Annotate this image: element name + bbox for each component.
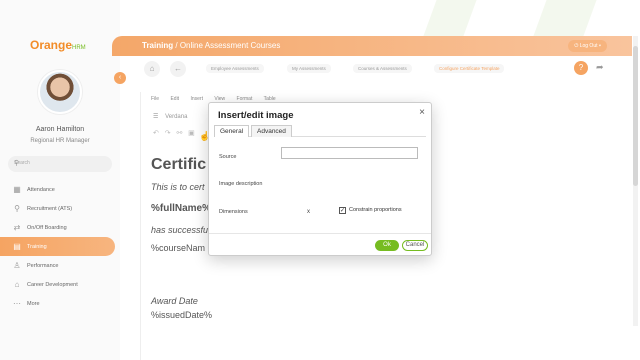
menu-edit[interactable]: Edit bbox=[170, 96, 179, 102]
doc-line: Award Date bbox=[151, 296, 198, 306]
avatar[interactable] bbox=[38, 70, 82, 114]
constrain-checkbox[interactable]: ✓ bbox=[339, 207, 346, 214]
user-role: Regional HR Manager bbox=[30, 138, 90, 144]
search-input[interactable]: Search ⚲ bbox=[8, 156, 112, 172]
secondary-nav: ⌂ ← Employee Assessments My Assessments … bbox=[140, 58, 620, 80]
tab-my-assessments[interactable]: My Assessments bbox=[287, 64, 331, 73]
sidebar-item-label: Performance bbox=[27, 262, 59, 269]
doc-line: %courseNam bbox=[151, 243, 206, 253]
breadcrumb-separator: / bbox=[175, 41, 178, 50]
editor-toolbar: ☰ Verdana bbox=[153, 113, 187, 120]
performance-icon: ♙ bbox=[13, 260, 21, 270]
sidebar-item-recruitment[interactable]: ⚲ Recruitment (ATS) bbox=[0, 199, 120, 218]
redo-icon[interactable]: ↷ bbox=[165, 130, 171, 137]
home-icon[interactable]: ⌂ bbox=[144, 61, 160, 77]
mouse-pointer-icon: ☝ bbox=[199, 131, 211, 141]
sidebar-item-label: Attendance bbox=[27, 186, 55, 193]
logo: OrangeHRM bbox=[30, 38, 86, 52]
doc-heading: Certific bbox=[151, 156, 207, 173]
link-icon[interactable]: ⚯ bbox=[176, 130, 182, 137]
source-input[interactable] bbox=[281, 147, 418, 159]
constrain-label: Constrain proportions bbox=[349, 207, 402, 213]
source-label: Source bbox=[219, 154, 237, 160]
share-icon[interactable]: ➦ bbox=[596, 62, 604, 73]
more-icon: ⋯ bbox=[13, 298, 21, 308]
scrollbar-thumb[interactable] bbox=[633, 46, 638, 186]
image-icon[interactable]: ▣ bbox=[188, 130, 195, 137]
boarding-icon: ⇄ bbox=[13, 222, 21, 232]
menu-file[interactable]: File bbox=[151, 96, 159, 102]
breadcrumb-section: Training bbox=[142, 41, 174, 50]
search-person-icon: ⚲ bbox=[14, 203, 20, 213]
logout-label: Log Out bbox=[579, 43, 598, 49]
doc-line: %issuedDate% bbox=[151, 310, 213, 320]
close-icon[interactable]: × bbox=[419, 107, 425, 118]
sidebar-item-more[interactable]: ⋯ More bbox=[0, 294, 120, 313]
sidebar-item-label: Career Development bbox=[27, 281, 78, 288]
sidebar-item-label: Training bbox=[27, 243, 47, 250]
sidebar-item-boarding[interactable]: ⇄ On/Off Boarding bbox=[0, 218, 120, 237]
doc-line: has successfu bbox=[151, 225, 209, 235]
logout-button[interactable]: ⏻ Log Out ▾ bbox=[568, 40, 607, 52]
bg-stripe bbox=[533, 0, 597, 36]
sidebar-menu: ▦ Attendance ⚲ Recruitment (ATS) ⇄ On/Off B… bbox=[0, 180, 120, 313]
search-icon: ⚲ bbox=[14, 160, 20, 167]
menu-insert[interactable]: Insert bbox=[190, 96, 203, 102]
tab-configure-certificate[interactable]: Configure Certificate Template bbox=[434, 64, 505, 73]
description-label: Image description bbox=[219, 181, 263, 187]
sidebar-item-label: On/Off Boarding bbox=[27, 224, 67, 231]
editor-toolbar-row2: ↶ ↷ ⚯ ▣ bbox=[153, 129, 195, 137]
doc-line: This is to cert bbox=[151, 182, 205, 192]
hamburger-icon[interactable]: ☰ bbox=[153, 114, 158, 120]
insert-image-dialog: Insert/edit image × General Advanced Sou… bbox=[208, 102, 432, 256]
sidebar: OrangeHRM Aaron Hamilton Regional HR Man… bbox=[0, 0, 120, 360]
cancel-button[interactable]: Cancel bbox=[402, 240, 428, 251]
dialog-tabs: General Advanced bbox=[214, 125, 426, 137]
career-icon: ⌂ bbox=[14, 279, 20, 289]
tab-employee-assessments[interactable]: Employee Assessments bbox=[206, 64, 264, 73]
dimensions-x: x bbox=[307, 209, 310, 215]
logo-hrm: HRM bbox=[72, 45, 86, 51]
document-body[interactable]: Certific This is to cert %fullName% has … bbox=[151, 156, 212, 320]
sidebar-item-career[interactable]: ⌂ Career Development bbox=[0, 275, 120, 294]
dialog-divider bbox=[209, 233, 431, 234]
font-select[interactable]: Verdana bbox=[165, 114, 187, 120]
tab-courses-assessments[interactable]: Courses & Assessments bbox=[353, 64, 412, 73]
breadcrumb-page: Online Assessment Courses bbox=[179, 41, 281, 50]
sidebar-item-label: Recruitment (ATS) bbox=[27, 205, 73, 212]
doc-line: %fullName% bbox=[151, 203, 212, 214]
tab-general[interactable]: General bbox=[214, 125, 250, 137]
dialog-title: Insert/edit image bbox=[218, 110, 294, 121]
sidebar-item-attendance[interactable]: ▦ Attendance bbox=[0, 180, 120, 199]
ok-button[interactable]: Ok bbox=[375, 240, 399, 251]
dimensions-label: Dimensions bbox=[219, 209, 248, 215]
tab-advanced[interactable]: Advanced bbox=[251, 125, 292, 137]
user-name: Aaron Hamilton bbox=[35, 126, 85, 133]
calendar-icon: ▦ bbox=[13, 184, 21, 194]
breadcrumb: Training / Online Assessment Courses bbox=[142, 41, 280, 50]
back-icon[interactable]: ← bbox=[170, 61, 186, 77]
sidebar-item-training[interactable]: ▤ Training bbox=[0, 237, 115, 256]
undo-icon[interactable]: ↶ bbox=[153, 130, 159, 137]
topbar: Training / Online Assessment Courses ⏻ L… bbox=[112, 36, 632, 56]
sidebar-item-performance[interactable]: ♙ Performance bbox=[0, 256, 120, 275]
help-button[interactable]: ? bbox=[574, 61, 588, 75]
bg-stripe bbox=[423, 0, 477, 36]
logo-text: Orange bbox=[30, 38, 73, 52]
sidebar-item-label: More bbox=[27, 300, 40, 307]
training-icon: ▤ bbox=[13, 241, 21, 251]
sidebar-collapse-button[interactable]: ‹ bbox=[114, 72, 126, 84]
scrollbar[interactable] bbox=[633, 36, 638, 326]
